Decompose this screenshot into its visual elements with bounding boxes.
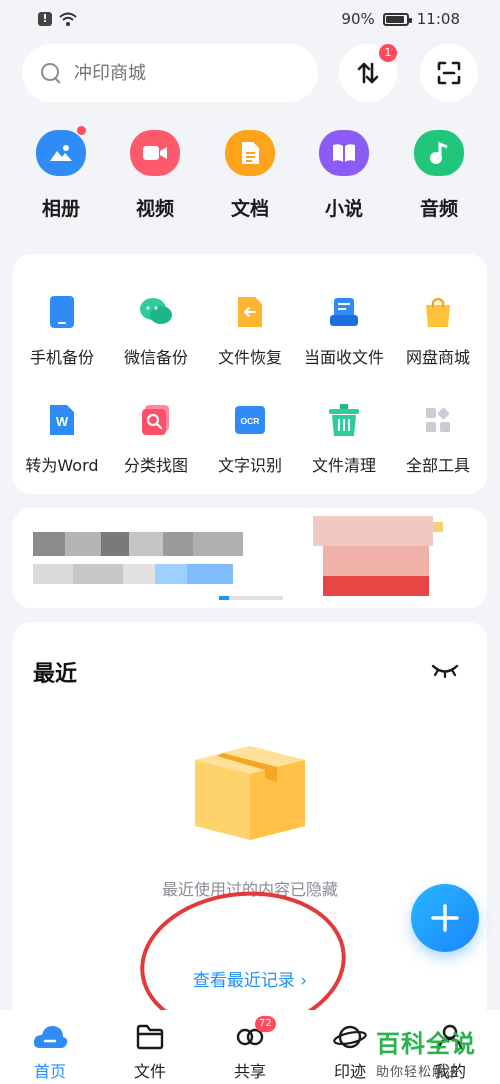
recent-card: 最近 最近使用过的内容已隐藏 查看最近记录 ›: [13, 622, 487, 1022]
tool-phone-backup[interactable]: 手机备份: [14, 294, 110, 368]
planet-icon: [333, 1025, 367, 1049]
scan-button[interactable]: [420, 44, 478, 102]
folder-icon: [136, 1024, 164, 1050]
tool-label: 文件清理: [311, 456, 376, 475]
share-badge: 72: [255, 1016, 276, 1032]
tool-receive-files[interactable]: 当面收文件: [296, 294, 392, 368]
promo-banner[interactable]: [13, 508, 487, 608]
category-album[interactable]: 相册: [26, 126, 96, 221]
transfer-badge: 1: [379, 44, 397, 62]
video-icon: [130, 130, 180, 176]
all-tools-icon: [420, 402, 456, 438]
new-dot: [77, 126, 86, 135]
watermark: 百科全说 助你轻松解决: [376, 1024, 476, 1080]
tool-file-restore[interactable]: 文件恢复: [202, 294, 298, 368]
transfer-arrows-icon: [357, 62, 379, 84]
watermark-title: 百科全说: [376, 1030, 476, 1058]
search-bar[interactable]: [22, 44, 318, 102]
wechat-backup-icon: [138, 294, 174, 330]
wifi-icon: [59, 12, 77, 26]
category-label: 相册: [41, 198, 80, 220]
tool-ocr[interactable]: OCR 文字识别: [202, 402, 298, 476]
category-audio[interactable]: 音频: [404, 130, 474, 221]
tool-image-search[interactable]: 分类找图: [108, 402, 204, 476]
tool-label: 当面收文件: [303, 348, 384, 367]
category-novel[interactable]: 小说: [309, 130, 379, 221]
search-input[interactable]: [74, 62, 274, 84]
image-search-icon: [138, 402, 174, 438]
clock: 11:08: [416, 10, 460, 28]
shop-bag-icon: [420, 294, 456, 330]
nav-home[interactable]: 首页: [15, 1022, 85, 1082]
recent-title: 最近: [33, 662, 78, 687]
tool-wechat-backup[interactable]: 微信备份: [108, 294, 204, 368]
nav-label: 共享: [233, 1062, 266, 1081]
tool-label: 全部工具: [405, 456, 470, 475]
receive-files-icon: [326, 294, 362, 330]
ocr-icon: OCR: [232, 402, 268, 438]
transfer-button[interactable]: 1: [339, 44, 397, 102]
nav-label: 文件: [133, 1062, 166, 1081]
tool-label: 分类找图: [123, 456, 188, 475]
nav-share[interactable]: 72 共享: [215, 1016, 285, 1082]
book-icon: [319, 130, 369, 176]
tool-label: 手机备份: [29, 348, 94, 367]
tool-shop[interactable]: 网盘商城: [390, 294, 486, 368]
tool-all-tools[interactable]: 全部工具: [390, 402, 486, 476]
add-button[interactable]: [411, 884, 479, 952]
document-icon: [225, 130, 275, 176]
hidden-notice: 最近使用过的内容已隐藏: [161, 880, 338, 899]
category-label: 文档: [230, 198, 269, 220]
view-recent-link[interactable]: 查看最近记录 ›: [13, 966, 487, 991]
category-label: 小说: [324, 198, 363, 220]
status-bar: ! 90% 11:08: [0, 0, 500, 38]
word-convert-icon: W: [44, 402, 80, 438]
category-label: 音频: [419, 198, 458, 220]
empty-box-illustration: [195, 746, 305, 840]
home-cloud-icon: [33, 1026, 68, 1048]
plus-icon: [431, 904, 459, 932]
svg-text:OCR: OCR: [241, 416, 260, 426]
tool-label: 微信备份: [123, 348, 188, 367]
svg-text:W: W: [56, 414, 69, 429]
trash-clean-icon: [326, 402, 362, 438]
scan-icon: [437, 61, 461, 85]
tools-card: 手机备份 微信备份 文件恢复 当面收文件 网盘商城 W 转为Word 分类找图 …: [13, 254, 487, 494]
battery-percent: 90%: [341, 10, 375, 28]
music-icon: [414, 130, 464, 176]
tool-word-convert[interactable]: W 转为Word: [14, 402, 110, 476]
battery-icon: [382, 12, 412, 26]
category-video[interactable]: 视频: [120, 130, 190, 221]
tool-label: 文件恢复: [217, 348, 282, 367]
nav-traces[interactable]: 印迹: [315, 1022, 385, 1082]
search-icon: [40, 62, 62, 84]
watermark-subtitle: 助你轻松解决: [376, 1065, 461, 1080]
tool-file-clean[interactable]: 文件清理: [296, 402, 392, 476]
eye-closed-icon[interactable]: [431, 662, 459, 678]
nav-files[interactable]: 文件: [115, 1022, 185, 1082]
phone-backup-icon: [44, 294, 80, 330]
category-document[interactable]: 文档: [215, 130, 285, 221]
photo-album-icon: [36, 126, 86, 176]
category-label: 视频: [135, 198, 174, 220]
tool-label: 转为Word: [25, 456, 99, 475]
category-row: 相册 视频 文档 小说 音频: [0, 126, 500, 221]
tool-label: 文字识别: [217, 456, 282, 475]
alert-icon: !: [38, 12, 52, 26]
file-restore-icon: [232, 294, 268, 330]
nav-label: 首页: [33, 1062, 66, 1081]
tool-label: 网盘商城: [405, 348, 470, 367]
nav-label: 印迹: [333, 1062, 366, 1081]
